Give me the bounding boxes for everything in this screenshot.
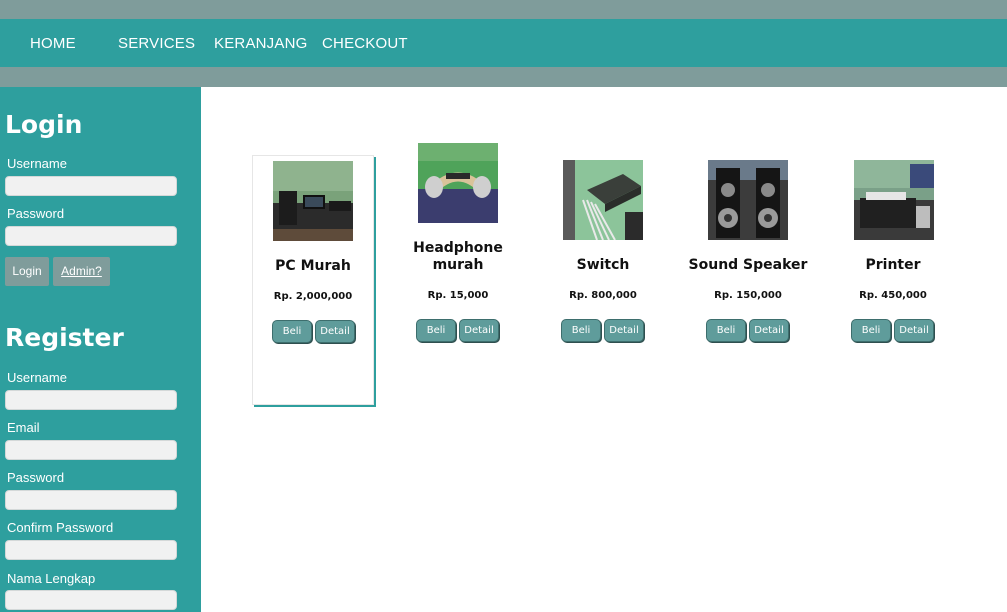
nav-services[interactable]: SERVICES bbox=[118, 35, 195, 52]
printer-photo bbox=[854, 160, 934, 240]
main-navbar: HOME SERVICES KERANJANG CHECKOUT bbox=[0, 19, 1007, 67]
product-card-sound-speaker: Sound Speaker Rp. 150,000 Beli Detail bbox=[687, 155, 809, 405]
product-card-printer: Printer Rp. 450,000 Beli Detail bbox=[832, 155, 954, 405]
switch-photo bbox=[563, 160, 643, 240]
beli-button[interactable]: Beli bbox=[272, 320, 312, 343]
login-username-input[interactable] bbox=[5, 176, 177, 196]
beli-button[interactable]: Beli bbox=[706, 319, 746, 342]
nav-keranjang[interactable]: KERANJANG bbox=[214, 35, 308, 52]
admin-link[interactable]: Admin? bbox=[53, 257, 110, 286]
product-card-pc-murah: PC Murah Rp. 2,000,000 Beli Detail bbox=[252, 155, 374, 405]
register-confirm-label: Confirm Password bbox=[7, 520, 114, 535]
login-password-label: Password bbox=[7, 206, 65, 221]
login-button[interactable]: Login bbox=[5, 257, 49, 286]
product-price: Rp. 800,000 bbox=[569, 290, 637, 301]
product-grid: PC Murah Rp. 2,000,000 Beli Detail Headp… bbox=[201, 87, 1007, 612]
product-title: PC Murah bbox=[275, 258, 351, 274]
register-title: Register bbox=[5, 323, 124, 352]
login-password-input[interactable] bbox=[5, 226, 177, 246]
headphone-photo bbox=[418, 143, 498, 223]
product-card-switch: Switch Rp. 800,000 Beli Detail bbox=[542, 155, 664, 405]
pc-photo bbox=[273, 161, 353, 241]
register-password-label: Password bbox=[7, 470, 65, 485]
product-card-headphone: Headphone murah Rp. 15,000 Beli Detail bbox=[397, 143, 519, 405]
login-title: Login bbox=[5, 110, 83, 139]
product-title: Headphone murah bbox=[413, 240, 503, 273]
register-password-input[interactable] bbox=[5, 490, 177, 510]
register-email-input[interactable] bbox=[5, 440, 177, 460]
product-price: Rp. 450,000 bbox=[859, 290, 927, 301]
sidebar: Login Username Password Login Admin? Reg… bbox=[0, 87, 201, 612]
product-title: Printer bbox=[865, 257, 921, 273]
detail-button[interactable]: Detail bbox=[894, 319, 934, 342]
register-username-input[interactable] bbox=[5, 390, 177, 410]
login-username-label: Username bbox=[7, 156, 67, 171]
register-confirm-input[interactable] bbox=[5, 540, 177, 560]
product-price: Rp. 150,000 bbox=[714, 290, 782, 301]
register-fullname-label: Nama Lengkap bbox=[7, 571, 96, 586]
beli-button[interactable]: Beli bbox=[851, 319, 891, 342]
nav-checkout[interactable]: CHECKOUT bbox=[322, 35, 408, 52]
product-title: Sound Speaker bbox=[688, 257, 808, 273]
product-title: Switch bbox=[576, 257, 630, 273]
product-price: Rp. 2,000,000 bbox=[273, 291, 353, 302]
product-price: Rp. 15,000 bbox=[427, 290, 489, 301]
sub-strip bbox=[0, 67, 1007, 87]
detail-button[interactable]: Detail bbox=[604, 319, 644, 342]
register-username-label: Username bbox=[7, 370, 67, 385]
beli-button[interactable]: Beli bbox=[561, 319, 601, 342]
register-email-label: Email bbox=[7, 420, 40, 435]
detail-button[interactable]: Detail bbox=[749, 319, 789, 342]
detail-button[interactable]: Detail bbox=[315, 320, 355, 343]
nav-home[interactable]: HOME bbox=[30, 35, 76, 52]
register-fullname-input[interactable] bbox=[5, 590, 177, 610]
top-strip bbox=[0, 0, 1007, 19]
beli-button[interactable]: Beli bbox=[416, 319, 456, 342]
detail-button[interactable]: Detail bbox=[459, 319, 499, 342]
speaker-photo bbox=[708, 160, 788, 240]
